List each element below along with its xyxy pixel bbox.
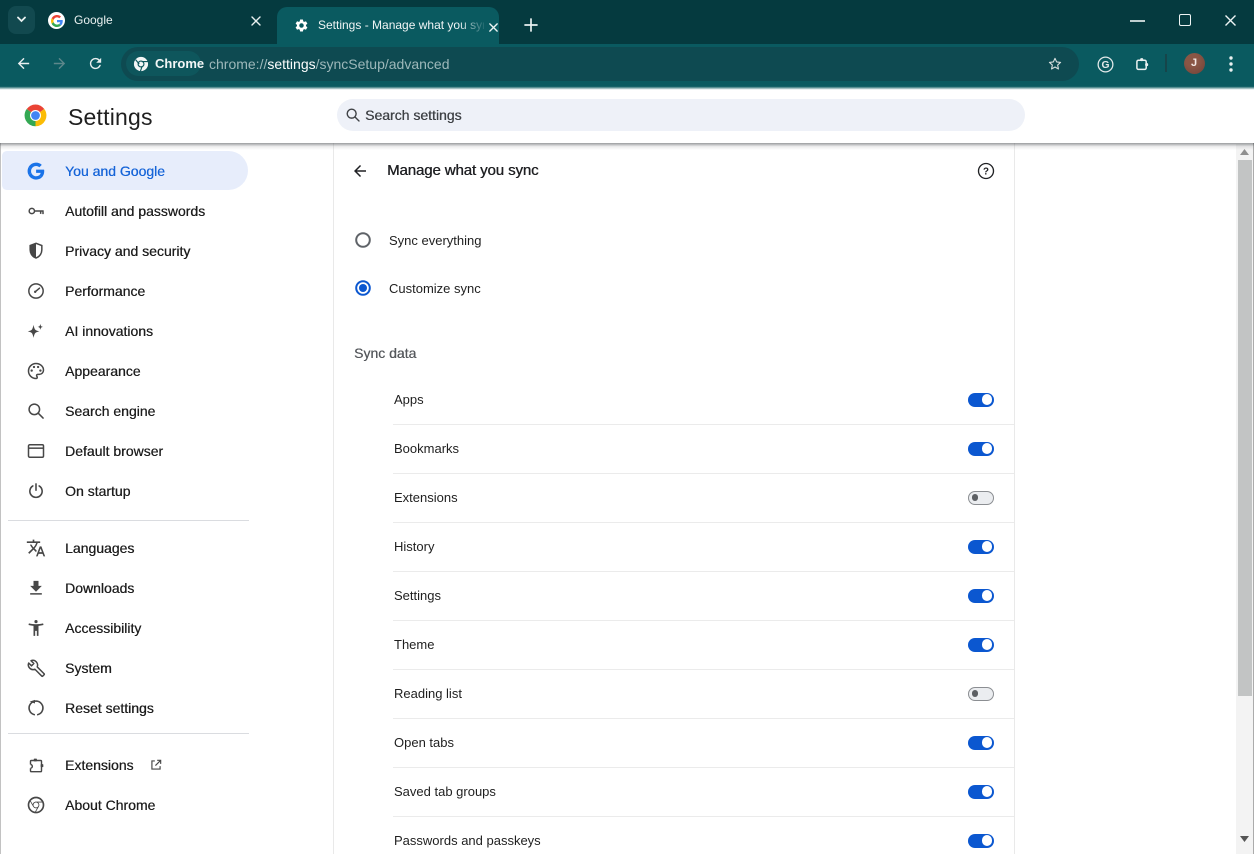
svg-text:G: G (1102, 60, 1110, 71)
svg-text:?: ? (983, 166, 989, 177)
